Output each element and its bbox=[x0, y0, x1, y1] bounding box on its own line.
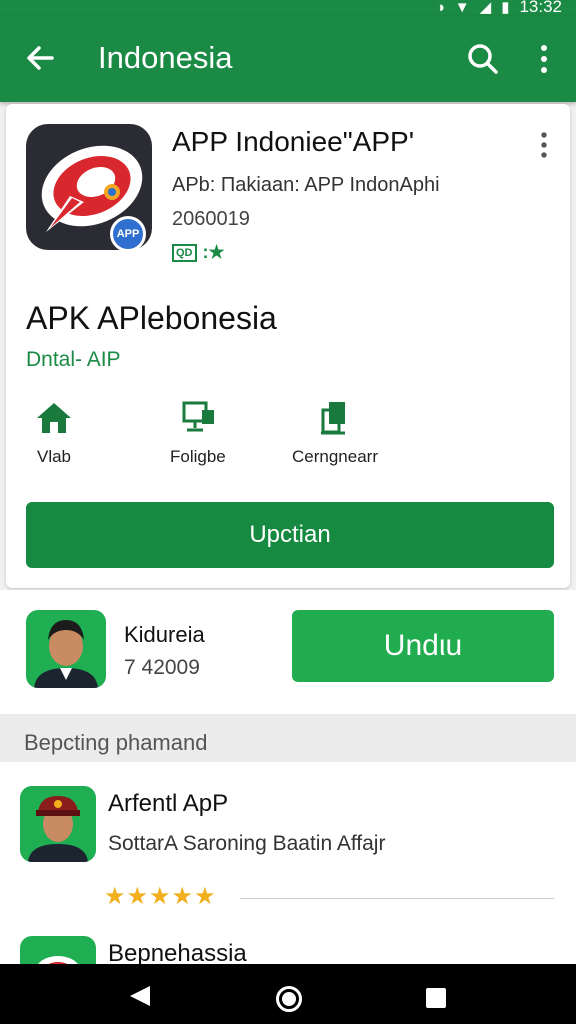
feature-monitor[interactable]: Foligbe bbox=[170, 400, 226, 467]
feature-label: Vlab bbox=[36, 447, 72, 466]
overflow-menu-button[interactable] bbox=[532, 42, 556, 76]
divider bbox=[240, 898, 554, 899]
feature-copy[interactable]: Cerngnearr bbox=[292, 400, 378, 467]
feature-label: Foligbe bbox=[170, 447, 226, 466]
app-title: APP Indoniee"APP' bbox=[172, 126, 415, 157]
developer-panel: Kidureia 7 42009 Undιu bbox=[0, 590, 576, 714]
copy-icon bbox=[321, 402, 345, 435]
search-icon bbox=[468, 44, 498, 74]
more-vertical-icon bbox=[541, 45, 547, 73]
app-list: Arfentl ApP SottarA Saroning Baatin Affa… bbox=[0, 762, 576, 964]
app-subtitle: APb: Пakiaan: APP IndonAphi bbox=[172, 174, 440, 196]
app-logo-icon bbox=[38, 956, 78, 964]
vibrate-icon: ◑ bbox=[435, 0, 445, 16]
developer-number: 7 42009 bbox=[124, 656, 200, 679]
battery-icon: ▮ bbox=[501, 0, 510, 16]
arrow-left-icon bbox=[27, 46, 54, 70]
signal-icon: ◢ bbox=[479, 0, 492, 16]
rating-badge: QD bbox=[172, 243, 197, 262]
list-item-avatar[interactable] bbox=[20, 936, 96, 964]
list-item-subtitle: SottarA Saroning Baatin Affajr bbox=[108, 832, 386, 855]
back-button[interactable] bbox=[22, 40, 58, 76]
developer-link[interactable]: Dntal- AIP bbox=[26, 348, 121, 372]
nav-back-icon[interactable] bbox=[128, 984, 152, 1008]
system-nav-bar bbox=[0, 964, 576, 1024]
download-button[interactable]: Undιu bbox=[292, 610, 554, 682]
wifi-icon: ▼ bbox=[454, 0, 470, 16]
feature-home[interactable]: Vlab bbox=[34, 400, 74, 467]
feature-label: Cerngnearr bbox=[292, 447, 378, 466]
developer-name: Kidureia bbox=[124, 622, 205, 647]
content-rating: QD :★ bbox=[172, 242, 225, 263]
page-title: Indonesia bbox=[98, 40, 233, 75]
list-item-title[interactable]: Bepnehassia bbox=[108, 940, 247, 964]
more-vertical-icon bbox=[541, 132, 547, 158]
app-date: 2060019 bbox=[172, 208, 250, 230]
person-avatar-icon bbox=[28, 796, 88, 862]
section-title: Bepcting phamand bbox=[24, 730, 208, 755]
install-button[interactable]: Upctian bbox=[26, 502, 554, 568]
rating-star: :★ bbox=[202, 242, 225, 262]
nav-home-icon[interactable] bbox=[276, 986, 302, 1012]
card-menu-button[interactable] bbox=[534, 130, 554, 160]
developer-avatar[interactable] bbox=[26, 610, 106, 688]
person-avatar-icon bbox=[34, 620, 98, 688]
home-icon bbox=[37, 403, 71, 433]
nav-recents-icon[interactable] bbox=[426, 988, 446, 1008]
app-info-card: APP APP Indoniee"APP' APb: Пakiaan: APP … bbox=[6, 104, 570, 588]
section-header: Bepcting phamand bbox=[0, 714, 576, 762]
search-button[interactable] bbox=[466, 42, 500, 76]
list-item-title[interactable]: Arfentl ApP bbox=[108, 790, 228, 818]
app-bar: Indonesia bbox=[0, 16, 576, 102]
app-name-heading: APK APlebonesia bbox=[26, 300, 277, 336]
monitor-icon bbox=[182, 401, 214, 432]
app-badge: APP bbox=[110, 216, 146, 252]
list-item-avatar[interactable] bbox=[20, 786, 96, 862]
status-time: 13:32 bbox=[519, 0, 562, 16]
status-bar: ◑ ▼ ◢ ▮ 13:32 bbox=[0, 0, 576, 16]
rating-stars: ★★★★★ bbox=[104, 883, 217, 910]
